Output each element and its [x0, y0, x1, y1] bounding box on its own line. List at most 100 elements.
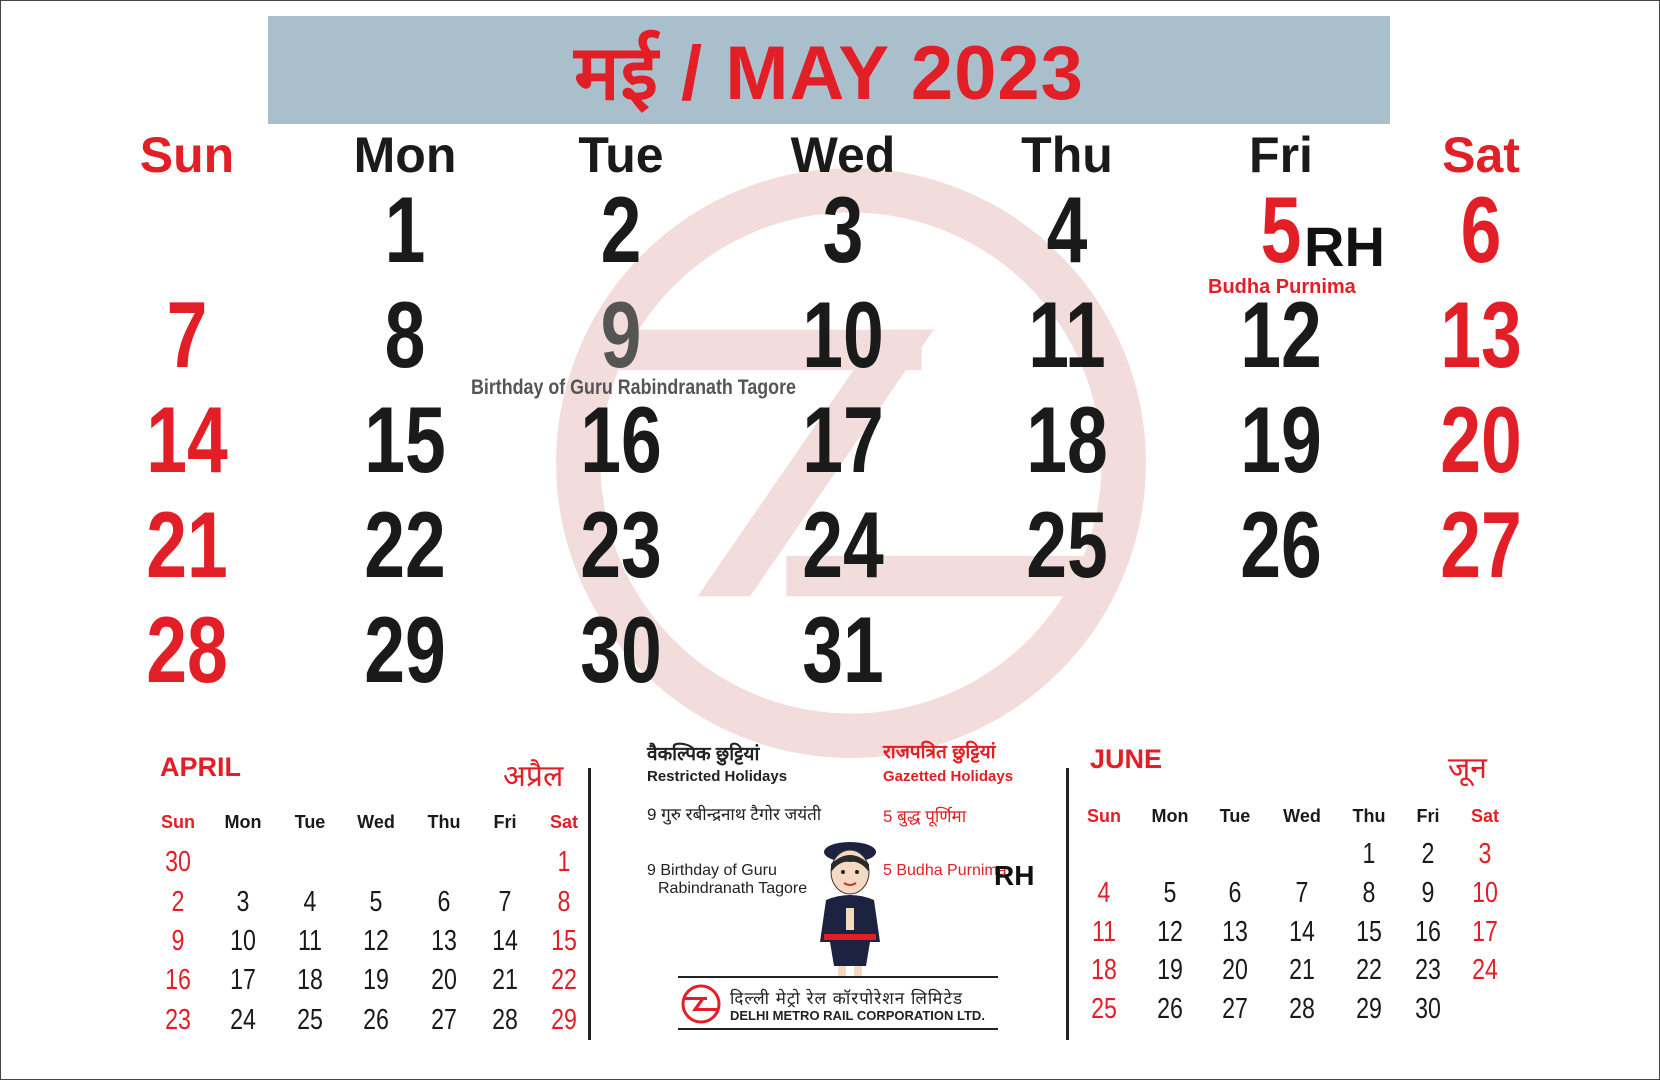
mini-day: 19: [363, 964, 389, 996]
june-mini-calendar: JUNE जून Sun Mon Tue Wed Thu Fri Sat 1 2…: [1080, 736, 1520, 1036]
mini-day: 12: [1157, 916, 1183, 948]
mini-weekday: Wed: [357, 812, 395, 832]
day-cell: 23: [580, 492, 662, 597]
mini-day: 29: [1356, 993, 1382, 1025]
mini-day: 10: [230, 925, 256, 957]
day-cell: 16: [580, 387, 662, 492]
mini-day: 15: [1356, 916, 1382, 948]
mini-day: 15: [551, 925, 577, 957]
mini-day: 17: [1472, 916, 1498, 948]
gazetted-item-hi: 5 बुद्ध पूर्णिमा: [883, 807, 967, 826]
restricted-title-en: Restricted Holidays: [647, 768, 788, 785]
mini-day: 6: [1228, 877, 1242, 909]
day-cell: 2: [600, 177, 642, 282]
gazetted-title-hi: राजपत्रित छुट्टियां: [883, 742, 996, 763]
mini-day: 1: [557, 846, 571, 878]
mini-day: 16: [1415, 916, 1441, 948]
day-cell: 24: [802, 492, 884, 597]
gazetted-title-en: Gazetted Holidays: [883, 768, 1014, 785]
mini-day: 22: [551, 964, 577, 996]
holidays-panel: वैकल्पिक छुट्टियां Restricted Holidays र…: [600, 738, 1060, 1038]
day-cell: 15: [364, 387, 446, 492]
mini-day: 8: [1362, 877, 1376, 909]
mini-day: 8: [557, 886, 571, 918]
day-cell: 6: [1460, 177, 1502, 282]
mini-day: 26: [363, 1004, 389, 1036]
mini-day: 5: [1163, 877, 1177, 909]
mini-day: 25: [297, 1004, 323, 1036]
mini-day: 27: [1222, 993, 1248, 1025]
mini-day: 26: [1157, 993, 1183, 1025]
mini-day: 10: [1472, 877, 1498, 909]
mini-weekday: Sun: [161, 812, 195, 832]
mini-day: 23: [165, 1004, 191, 1036]
mini-day: 9: [1421, 877, 1435, 909]
day-cell: 17: [802, 387, 884, 492]
day-cell: 25: [1026, 492, 1108, 597]
mini-day: 6: [437, 886, 451, 918]
day-cell: 28: [146, 597, 228, 702]
mini-weekday: Wed: [1283, 806, 1321, 826]
mini-day: 18: [297, 964, 323, 996]
day-cell: 19: [1240, 387, 1322, 492]
april-mini-calendar: APRIL अप्रैल Sun Mon Tue Wed Thu Fri Sat…: [128, 742, 600, 1042]
mini-day: 7: [498, 886, 512, 918]
mini-day: 30: [1415, 993, 1441, 1025]
day-cell: 21: [146, 492, 228, 597]
mini-day: 3: [236, 886, 250, 918]
org-name-en: DELHI METRO RAIL CORPORATION LTD.: [730, 1008, 985, 1023]
mini-day: 14: [1289, 916, 1315, 948]
mini-day: 4: [1097, 877, 1111, 909]
gazetted-rh-marker: RH: [994, 860, 1035, 891]
mini-weekday: Sat: [1470, 806, 1499, 826]
mini-weekday: Mon: [1151, 806, 1189, 826]
mini-day: 11: [1091, 916, 1117, 948]
dmrc-logo-icon: [681, 984, 721, 1024]
mini-day: 25: [1091, 993, 1117, 1025]
mini-day: 12: [363, 925, 389, 957]
mini-day: 9: [171, 925, 185, 957]
day-cell: 30: [580, 597, 662, 702]
mini-day: 2: [171, 886, 185, 918]
mini-day: 2: [1421, 838, 1435, 870]
day-cell: 3: [822, 177, 864, 282]
mini-weekday: Tue: [294, 812, 326, 832]
mini-day: 21: [492, 964, 518, 996]
april-title-hi: अप्रैल: [503, 760, 564, 793]
mini-day: 14: [492, 925, 518, 957]
month-title-banner: मई / MAY 2023: [268, 16, 1390, 124]
mini-day: 29: [551, 1004, 577, 1036]
restricted-item-en-2: Rabindranath Tagore: [658, 880, 808, 897]
mini-day: 17: [230, 964, 256, 996]
mini-weekday: Thu: [427, 812, 461, 832]
mini-weekday: Mon: [224, 812, 262, 832]
restricted-item-en-1: 9 Birthday of Guru: [647, 862, 777, 879]
mini-day: 16: [165, 964, 191, 996]
mini-weekday: Fri: [493, 812, 517, 832]
mini-day: 23: [1415, 954, 1441, 986]
day-cell: 31: [802, 597, 884, 702]
day-cell: 11: [1028, 282, 1106, 387]
mini-weekday: Tue: [1219, 806, 1251, 826]
day-cell: 4: [1046, 177, 1088, 282]
month-title: मई / MAY 2023: [574, 30, 1084, 116]
day-cell: 14: [146, 387, 228, 492]
day-cell-holiday: 9: [600, 282, 642, 387]
day-cell: 27: [1440, 492, 1522, 597]
mini-day: 28: [1289, 993, 1315, 1025]
footer-rule-top: [678, 976, 998, 978]
day-cell: 18: [1026, 387, 1108, 492]
mini-weekday: Sun: [1087, 806, 1121, 826]
mascot-girl-illustration: [820, 842, 880, 978]
mini-weekday: Sat: [549, 812, 578, 832]
mini-day: 24: [230, 1004, 256, 1036]
mini-day: 1: [1362, 838, 1376, 870]
weekday-sun: Sun: [139, 127, 235, 183]
day-cell: 12: [1240, 282, 1322, 387]
footer-rule-bottom: [678, 1028, 998, 1030]
divider-left: [588, 768, 591, 1040]
day-cell: 1: [384, 177, 426, 282]
day-cell: 8: [384, 282, 426, 387]
june-title-hi: जून: [1448, 752, 1487, 785]
mini-day: 4: [303, 886, 317, 918]
